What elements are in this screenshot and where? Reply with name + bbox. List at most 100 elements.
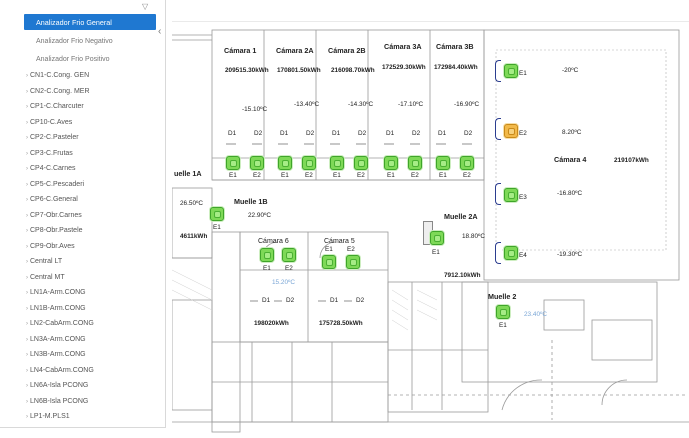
door-marker xyxy=(344,300,352,302)
chevron-right-icon: › xyxy=(26,119,28,126)
camara-6-title: Cámara 6 xyxy=(258,238,289,245)
sidebar-item-label: Central LT xyxy=(30,258,63,265)
sensor-label: E2 xyxy=(357,172,365,179)
sensor-e2[interactable] xyxy=(354,156,368,170)
sensor-label: E1 xyxy=(439,172,447,179)
sensor-e1-muelle-1a[interactable] xyxy=(210,207,224,221)
camara-2a-kwh: 170801.50kWh xyxy=(277,67,321,74)
sensor-label: E3 xyxy=(519,194,527,201)
sensor-e1[interactable] xyxy=(226,156,240,170)
camara-2a-title: Cámara 2A xyxy=(276,46,314,55)
sidebar-item[interactable]: › CP3-C.Frutas xyxy=(26,150,73,157)
sensor-label: E1 xyxy=(325,246,333,253)
sidebar-item[interactable]: › LN6A-Isla PCONG xyxy=(26,382,88,389)
sidebar-item-analizador-frio-positivo[interactable]: Analizador Frio Positivo xyxy=(36,56,110,63)
sidebar-item[interactable]: › CP4-C.Carnes xyxy=(26,165,76,172)
sidebar-item[interactable]: › Central MT xyxy=(26,274,65,281)
camara-3b-temp: -16.90ºC xyxy=(454,101,480,108)
sidebar-item[interactable]: › CP9-Obr.Aves xyxy=(26,243,75,250)
camara-4-title: Cámara 4 xyxy=(554,155,587,164)
door-label: D1 xyxy=(386,130,395,137)
sidebar-item-label: Central MT xyxy=(30,273,65,281)
sidebar-item[interactable]: › LN1A-Arm.CONG xyxy=(26,289,86,296)
chevron-right-icon: › xyxy=(26,197,28,203)
sensor-e2[interactable] xyxy=(302,156,316,170)
chevron-right-icon: › xyxy=(26,243,28,250)
sensor-e4-camara-4[interactable] xyxy=(504,246,518,260)
sidebar-item-analizador-frio-negativo[interactable]: Analizador Frio Negativo xyxy=(36,38,113,45)
sidebar-item[interactable]: › CP2-C.Pasteler xyxy=(26,134,79,141)
muelle-2-temp: 23.40ºC xyxy=(524,311,547,318)
collapse-sidebar-icon[interactable]: ‹ xyxy=(158,26,161,37)
sidebar-item-label: CN1-C.Cong. GEN xyxy=(30,72,90,79)
sidebar-item[interactable]: › LN1B-Arm.CONG xyxy=(26,305,86,312)
filter-icon[interactable]: ▽ xyxy=(142,2,148,11)
sidebar-item[interactable]: › Central LT xyxy=(26,258,62,265)
sidebar-item[interactable]: › LN3B-Arm.CONG xyxy=(26,351,86,358)
sidebar-item-label: CP7-Obr.Carnes xyxy=(30,211,82,219)
door-label: D2 xyxy=(464,130,473,137)
sensor-label: E2 xyxy=(347,246,355,253)
sidebar-item-label: CP10-C.Aves xyxy=(30,118,73,126)
sidebar-item[interactable]: › CN2-C.Cong. MER xyxy=(26,88,90,95)
door-marker xyxy=(318,300,326,302)
sensor-e2-camara-5[interactable] xyxy=(346,255,360,269)
sidebar-item-analizador-frio-general[interactable]: Analizador Frio General xyxy=(24,14,156,30)
sensor-e1[interactable] xyxy=(436,156,450,170)
chevron-right-icon: › xyxy=(26,290,28,296)
muelle-2a-temp: 18.80ºC xyxy=(462,233,485,240)
door-marker xyxy=(436,143,446,145)
muelle-2a-kwh: 7912.10kWh xyxy=(444,272,481,279)
sidebar-item[interactable]: › LN6B-Isla PCONG xyxy=(26,398,88,405)
sensor-e3-camara-4[interactable] xyxy=(504,188,518,202)
sidebar: ▽ ‹ Analizador Frio General Analizador F… xyxy=(0,0,166,428)
muelle-2-title: Muelle 2 xyxy=(488,292,517,301)
chevron-right-icon: › xyxy=(26,73,28,79)
sidebar-item[interactable]: › LP1-M.PLS1 xyxy=(26,413,70,420)
sensor-e1[interactable] xyxy=(278,156,292,170)
door-label: D1 xyxy=(262,297,271,304)
sensor-e1-camara-4[interactable] xyxy=(504,64,518,78)
sensor-e1-muelle-2[interactable] xyxy=(496,305,510,319)
floor-plan-drawing xyxy=(172,29,689,433)
sensor-e1-muelle-2a[interactable] xyxy=(430,231,444,245)
camara-1-title: Cámara 1 xyxy=(224,46,257,55)
sensor-e2-camara-4-warning[interactable] xyxy=(504,124,518,138)
sidebar-item[interactable]: › LN2-CabArm.CONG xyxy=(26,320,94,327)
sidebar-item[interactable]: › CP6-C.General xyxy=(26,196,78,203)
sidebar-item[interactable]: › LN3A-Arm.CONG xyxy=(26,336,86,343)
chevron-right-icon: › xyxy=(26,150,28,157)
door-marker xyxy=(356,143,366,145)
camara-1-temp: -15.10ºC xyxy=(242,106,268,113)
sidebar-item[interactable]: › CP1-C.Charcuter xyxy=(26,103,84,110)
sensor-e2[interactable] xyxy=(250,156,264,170)
camara-2b-title: Cámara 2B xyxy=(328,46,366,55)
chevron-right-icon: › xyxy=(26,336,28,343)
sidebar-item-label: LN1A-Arm.CONG xyxy=(30,289,86,296)
sidebar-item[interactable]: › CP8-Obr.Pastele xyxy=(26,227,83,234)
sensor-e2[interactable] xyxy=(408,156,422,170)
chevron-right-icon: › xyxy=(26,321,28,327)
sidebar-item-label: LN3B-Arm.CONG xyxy=(30,351,86,358)
sensor-e1[interactable] xyxy=(384,156,398,170)
sensor-e1[interactable] xyxy=(330,156,344,170)
sidebar-item[interactable]: › LN4-CabArm.CONG xyxy=(26,367,94,374)
sidebar-item[interactable]: › CP5-C.Pescaderi xyxy=(26,181,84,188)
sidebar-item[interactable]: › CP10-C.Aves xyxy=(26,119,72,126)
sidebar-item[interactable]: › CP7-Obr.Carnes xyxy=(26,212,82,219)
sidebar-item[interactable]: › CN1-C.Cong. GEN xyxy=(26,72,89,79)
sensor-e2-camara-6[interactable] xyxy=(282,248,296,262)
door-label: D2 xyxy=(356,297,365,304)
door-marker xyxy=(278,143,288,145)
muelle-1a-kwh: 4611kWh xyxy=(180,233,208,240)
camara-6-temp: 15.20ºC xyxy=(272,279,295,286)
chevron-right-icon: › xyxy=(26,352,28,358)
camara-6-kwh: 198020kWh xyxy=(254,320,289,327)
sensor-e1-camara-5[interactable] xyxy=(322,255,336,269)
sensor-e2[interactable] xyxy=(460,156,474,170)
sidebar-item-label: LN3A-Arm.CONG xyxy=(30,335,86,343)
sidebar-item-label: CP1-C.Charcuter xyxy=(30,103,84,110)
sensor-e1-camara-6[interactable] xyxy=(260,248,274,262)
sensor-label: E1 xyxy=(333,172,341,179)
chevron-right-icon: › xyxy=(26,135,28,141)
